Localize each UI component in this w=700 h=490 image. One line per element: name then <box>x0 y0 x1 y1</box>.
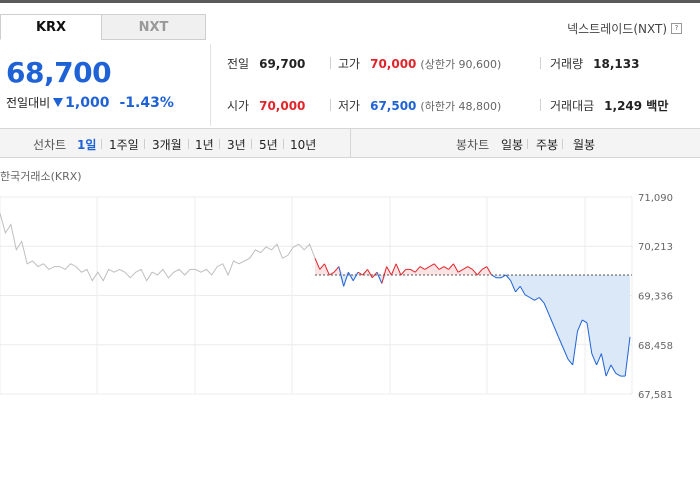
period-1d[interactable]: 1일 <box>77 136 96 153</box>
stat-label: 고가 <box>338 57 361 71</box>
stat-sub: (상한가 90,600) <box>420 57 502 71</box>
change-percent: -1.43% <box>119 94 174 111</box>
prev-day-line <box>0 213 316 282</box>
line-chart-label: 선차트 <box>33 138 67 152</box>
y-tick-label: 71,090 <box>638 193 673 204</box>
period-10y[interactable]: 10년 <box>290 136 316 153</box>
stat-value: 67,500 <box>370 98 417 113</box>
stat-high: 고가 70,000 (상한가 90,600) <box>338 55 501 72</box>
y-tick-label: 68,458 <box>638 341 673 352</box>
help-icon[interactable]: ? <box>671 23 682 34</box>
down-triangle-icon <box>53 98 64 107</box>
period-bar: 선차트 1일 1주일 3개월 1년 3년 5년 10년 봉차트 일봉 주봉 월봉 <box>0 128 700 158</box>
column-divider <box>540 99 541 111</box>
change-amount: 1,000 <box>65 94 110 111</box>
nextrade-link[interactable]: 넥스트레이드(NXT) ? <box>567 20 682 37</box>
summary-divider <box>210 44 211 126</box>
price-change: 전일대비 1,000 -1.43% <box>6 94 174 111</box>
period-divider <box>562 139 563 149</box>
stat-label: 저가 <box>338 99 361 113</box>
period-divider <box>251 139 252 149</box>
column-divider <box>330 57 331 69</box>
candle-weekly[interactable]: 주봉 <box>536 136 558 153</box>
period-divider <box>101 139 102 149</box>
period-divider <box>219 139 220 149</box>
chart-type-divider <box>350 129 351 157</box>
candle-daily[interactable]: 일봉 <box>501 136 523 153</box>
stat-volume: 거래량 18,133 <box>550 55 639 72</box>
period-3m[interactable]: 3개월 <box>152 136 182 153</box>
stat-low: 저가 67,500 (하한가 48,800) <box>338 97 501 114</box>
tab-nxt[interactable]: NXT <box>101 14 206 40</box>
top-border <box>0 0 700 3</box>
column-divider <box>540 57 541 69</box>
stat-value: 69,700 <box>259 56 306 71</box>
nextrade-label: 넥스트레이드(NXT) <box>567 22 667 36</box>
stat-sub: (하한가 48,800) <box>420 99 502 113</box>
column-divider <box>330 99 331 111</box>
y-tick-label: 69,336 <box>638 291 673 302</box>
stat-label: 전일 <box>227 57 250 71</box>
y-tick-label: 67,581 <box>638 390 673 400</box>
stat-open: 시가 70,000 <box>227 97 305 114</box>
stat-label: 시가 <box>227 99 250 113</box>
stat-label: 거래대금 <box>550 99 595 113</box>
period-divider <box>283 139 284 149</box>
stat-value: 1,249 백만 <box>604 99 669 113</box>
tab-krx[interactable]: KRX <box>0 14 102 40</box>
candle-chart-label: 봉차트 <box>456 138 490 152</box>
stat-value: 18,133 <box>593 56 640 71</box>
price-chart[interactable]: 71,090 70,213 69,336 68,458 67,581 <box>0 182 700 400</box>
period-1y[interactable]: 1년 <box>195 136 214 153</box>
period-3y[interactable]: 3년 <box>227 136 246 153</box>
stat-label: 거래량 <box>550 57 584 71</box>
candle-monthly[interactable]: 월봉 <box>573 136 595 153</box>
y-tick-label: 70,213 <box>638 242 673 253</box>
period-5y[interactable]: 5년 <box>259 136 278 153</box>
market-tabs: KRX NXT <box>0 14 206 40</box>
up-area <box>315 258 630 276</box>
period-divider <box>527 139 528 149</box>
current-price: 68,700 <box>6 56 112 89</box>
change-label: 전일대비 <box>6 96 51 110</box>
down-area <box>315 275 630 377</box>
period-1w[interactable]: 1주일 <box>109 136 139 153</box>
stat-amount: 거래대금 1,249 백만 <box>550 97 668 114</box>
period-divider <box>144 139 145 149</box>
period-divider <box>188 139 189 149</box>
stat-value: 70,000 <box>259 98 306 113</box>
stat-prev-close: 전일 69,700 <box>227 55 305 72</box>
stat-value: 70,000 <box>370 56 417 71</box>
